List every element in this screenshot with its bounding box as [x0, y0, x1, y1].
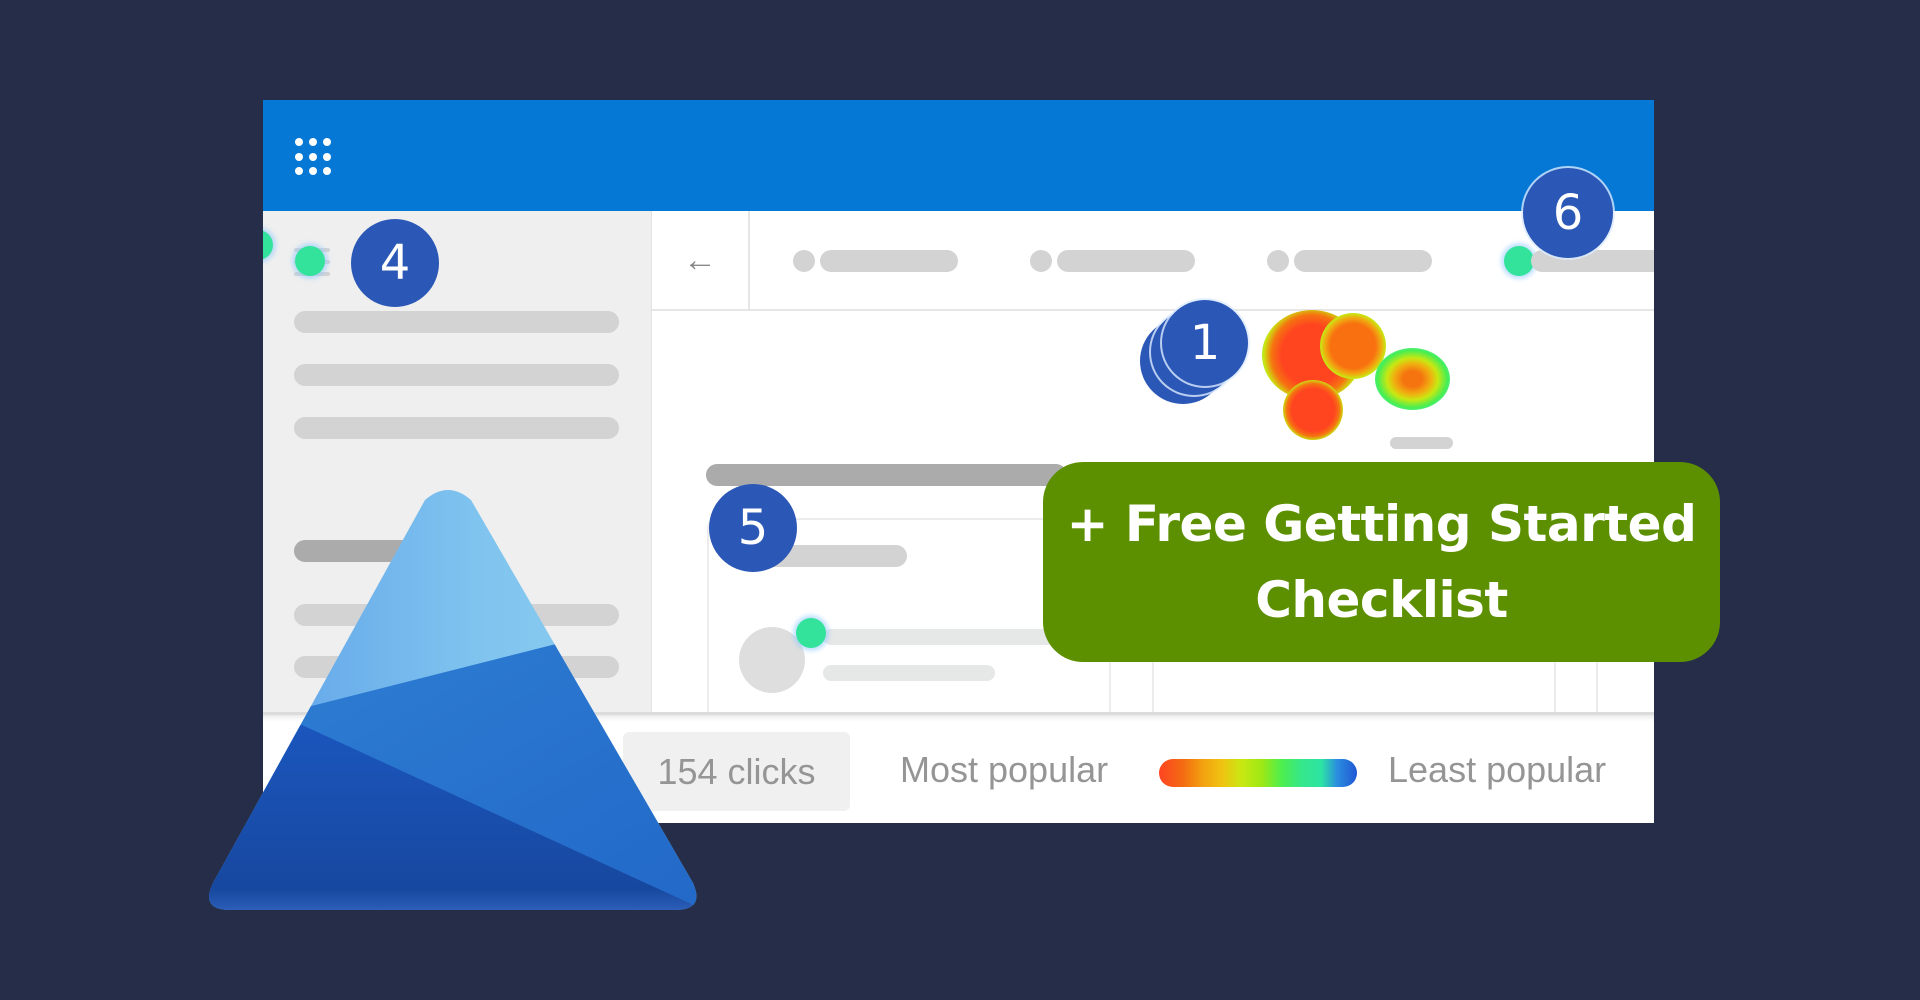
tab-item[interactable] [820, 250, 958, 272]
app-header [263, 100, 1654, 211]
toolbar: ← [652, 211, 1654, 311]
tab-dot [1267, 250, 1289, 272]
click-dot [796, 618, 826, 648]
tab-dot [793, 250, 815, 272]
arrow-left-icon: ← [683, 240, 717, 279]
heatmap-legend-gradient [1159, 759, 1357, 787]
badge-6[interactable]: 6 [1523, 168, 1613, 258]
cta-banner[interactable]: + Free Getting Started Checklist [1043, 462, 1720, 662]
section-title [706, 464, 1067, 486]
click-dot [295, 246, 325, 276]
cta-line-2: Checklist [1255, 571, 1508, 629]
list-line [823, 665, 995, 681]
back-button[interactable]: ← [652, 211, 750, 309]
legend-most-popular: Most popular [900, 749, 1109, 790]
heatmap-hotspot [1283, 380, 1343, 440]
tab-item[interactable] [1057, 250, 1195, 272]
tab-item[interactable] [1294, 250, 1432, 272]
legend-least-popular: Least popular [1388, 749, 1607, 790]
click-dot [1504, 246, 1534, 276]
app-launcher-grid-icon[interactable] [295, 138, 333, 176]
section-subtitle [1390, 437, 1453, 449]
badge-1[interactable]: 1 [1162, 300, 1248, 386]
sidebar-item[interactable] [294, 417, 619, 439]
list-line [823, 629, 1055, 645]
sidebar-item[interactable] [294, 364, 619, 386]
badge-5[interactable]: 5 [709, 484, 797, 572]
cta-line-1: + Free Getting Started [1066, 495, 1697, 553]
tab-dot [1030, 250, 1052, 272]
brand-logo-icon [209, 490, 697, 910]
sidebar-item[interactable] [294, 311, 619, 333]
avatar [739, 627, 805, 693]
heatmap-hotspot [1375, 348, 1450, 410]
click-dot [263, 230, 273, 260]
badge-4[interactable]: 4 [351, 219, 439, 307]
